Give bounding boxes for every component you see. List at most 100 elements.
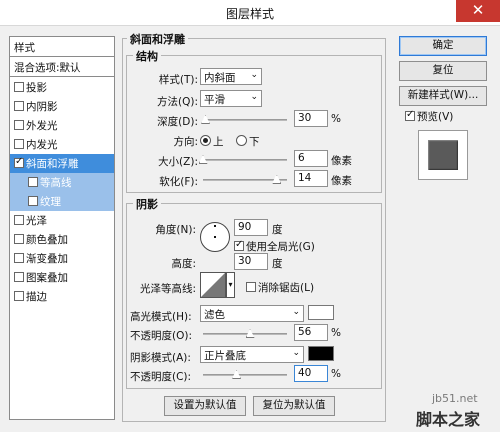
style-list-item[interactable]: 投影 [10,78,114,97]
style-item-checkbox[interactable] [14,139,24,149]
make-default-button[interactable]: 设置为默认值 [164,396,246,416]
style-list-item[interactable]: 描边 [10,287,114,306]
highlight-color-swatch[interactable] [308,305,334,320]
technique-select[interactable]: 平滑 ⌄ [200,90,262,107]
style-list-item[interactable]: 等高线 [10,173,114,192]
size-slider-track[interactable] [203,159,287,161]
style-item-checkbox[interactable] [14,215,24,225]
preview-label: 预览(V) [417,111,454,123]
style-item-checkbox[interactable] [14,120,24,130]
depth-slider-thumb[interactable] [201,115,211,126]
depth-slider-track[interactable] [203,119,287,121]
highlight-opacity-input[interactable]: 56 [294,324,328,341]
soften-slider-thumb[interactable] [272,175,282,186]
style-item-checkbox[interactable] [14,101,24,111]
global-light-toggle[interactable]: 使用全局光(G) [234,239,315,254]
style-item-label: 渐变叠加 [26,253,68,265]
style-item-checkbox[interactable] [14,82,24,92]
preview-checkbox[interactable] [405,109,415,121]
size-slider-thumb[interactable] [198,155,208,166]
reset-button[interactable]: 复位 [399,61,487,81]
shadow-opacity-label: 不透明度(C): [130,371,192,383]
style-item-checkbox[interactable] [14,156,24,168]
shadow-opacity-input[interactable]: 40 [294,365,328,382]
style-item-label: 颜色叠加 [26,234,68,246]
highlight-mode-select[interactable]: 滤色 ⌄ [200,305,304,322]
style-item-checkbox[interactable] [14,253,24,263]
style-item-checkbox[interactable] [28,196,38,206]
preview-toggle[interactable]: 预览(V) [405,109,453,124]
preview-square [428,140,458,170]
chevron-down-icon: ⌄ [250,70,258,80]
style-item-checkbox[interactable] [14,234,24,244]
direction-down-label[interactable]: 下 [249,134,260,149]
highlight-opacity-label: 不透明度(O): [130,330,192,342]
style-item-label: 等高线 [40,177,72,189]
style-list-item[interactable]: 内阴影 [10,97,114,116]
style-list-item[interactable]: 内发光 [10,135,114,154]
shadow-opacity-slider-track[interactable] [203,374,287,376]
linear-contour-icon [201,273,225,297]
altitude-input[interactable]: 30 [234,253,268,270]
antialiased-label: 消除锯齿(L) [258,282,315,294]
depth-label: 深度(D): [157,116,198,128]
antialiased-checkbox[interactable] [246,282,256,292]
shadow-opacity-slider-thumb[interactable] [232,370,242,381]
size-unit: 像素 [331,155,352,167]
style-preview-thumbnail [418,130,468,180]
angle-dial[interactable] [200,222,230,252]
blend-options-item[interactable]: 混合选项:默认 [10,58,114,77]
size-label: 大小(Z): [158,156,198,168]
style-list-item[interactable]: 光泽 [10,211,114,230]
highlight-mode-label: 高光模式(H): [130,311,192,323]
styles-header[interactable]: 样式 [10,37,114,57]
altitude-unit: 度 [272,258,283,270]
style-item-label: 内阴影 [26,101,58,113]
shadow-opacity-unit: % [331,368,341,380]
highlight-opacity-slider-thumb[interactable] [245,329,255,340]
style-list-item[interactable]: 纹理 [10,192,114,211]
style-list-item[interactable]: 外发光 [10,116,114,135]
window-title: 图层样式 [225,7,274,21]
direction-up-radio[interactable] [200,135,211,146]
angle-label: 角度(N): [155,224,196,236]
chevron-down-icon: ⌄ [292,348,300,358]
shadow-mode-value: 正片叠底 [204,350,246,362]
style-list-item[interactable]: 渐变叠加 [10,249,114,268]
watermark-site: 脚本之家 [416,410,481,429]
direction-down-radio[interactable] [236,135,247,146]
reset-default-button[interactable]: 复位为默认值 [253,396,335,416]
size-input[interactable]: 6 [294,150,328,167]
shadow-color-swatch[interactable] [308,346,334,361]
antialiased-toggle[interactable]: 消除锯齿(L) [246,280,314,295]
ok-button[interactable]: 确定 [399,36,487,56]
chevron-down-icon: ▾ [228,280,233,289]
angle-dial-center [214,236,216,238]
soften-input[interactable]: 14 [294,170,328,187]
angle-dial-marker [214,225,216,227]
angle-input[interactable]: 90 [234,219,268,236]
contour-dropdown-button[interactable]: ▾ [226,272,235,298]
style-item-label: 内发光 [26,139,58,151]
style-item-checkbox[interactable] [14,291,24,301]
gloss-contour-swatch[interactable] [200,272,226,298]
angle-unit: 度 [272,224,283,236]
style-item-label: 斜面和浮雕 [26,158,79,170]
chevron-down-icon: ⌄ [292,307,300,317]
soften-unit: 像素 [331,175,352,187]
style-list-item[interactable]: 颜色叠加 [10,230,114,249]
style-list-item[interactable]: 斜面和浮雕 [10,154,114,173]
style-item-checkbox[interactable] [14,272,24,282]
style-item-label: 外发光 [26,120,58,132]
close-button[interactable]: ✕ [456,0,500,22]
global-light-label: 使用全局光(G) [246,241,315,253]
chevron-down-icon: ⌄ [250,92,258,102]
style-item-checkbox[interactable] [28,177,38,187]
global-light-checkbox[interactable] [234,239,244,251]
shadow-mode-select[interactable]: 正片叠底 ⌄ [200,346,304,363]
depth-input[interactable]: 30 [294,110,328,127]
direction-up-label[interactable]: 上 [213,134,224,149]
style-select[interactable]: 内斜面 ⌄ [200,68,262,85]
new-style-button[interactable]: 新建样式(W)... [399,86,487,106]
style-list-item[interactable]: 图案叠加 [10,268,114,287]
